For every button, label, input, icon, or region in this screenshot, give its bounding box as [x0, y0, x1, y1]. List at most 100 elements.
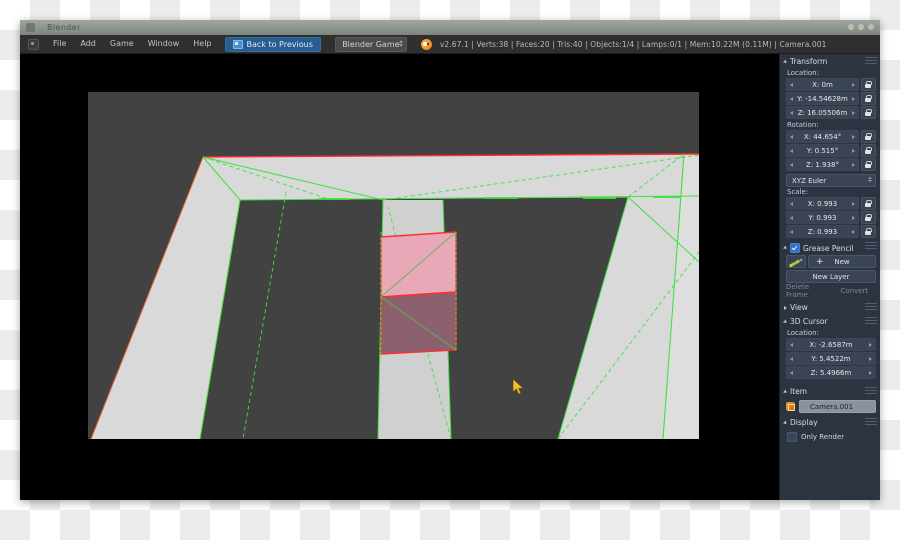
panel-grease-pencil-header[interactable]: Grease Pencil [780, 239, 880, 255]
location-x-row[interactable]: X: 0m [780, 78, 880, 92]
item-name-field[interactable]: Camera.001 [799, 400, 876, 413]
scale-z-field[interactable]: Z: 0.993 [786, 225, 859, 238]
rotation-z-row[interactable]: Z: 1.938° [780, 158, 880, 172]
lock-icon-rotation-y[interactable] [861, 144, 876, 157]
location-y-row[interactable]: Y: -14.54628m [780, 92, 880, 106]
arrow-right-icon[interactable] [852, 229, 855, 234]
arrow-right-icon[interactable] [852, 215, 855, 220]
arrow-left-icon[interactable] [790, 215, 793, 220]
close-button[interactable] [868, 24, 874, 30]
rotation-y-row[interactable]: Y: 0.515° [780, 144, 880, 158]
new-layer-button[interactable]: New Layer [786, 270, 876, 283]
location-x-field[interactable]: X: 0m [786, 78, 859, 91]
arrow-left-icon[interactable] [790, 82, 793, 87]
menu-game[interactable]: Game [103, 35, 141, 53]
grip-icon [864, 242, 878, 251]
cursor-z-row[interactable]: Z: 5.4966m [780, 366, 880, 380]
arrow-left-icon[interactable] [790, 342, 793, 347]
arrow-left-icon[interactable] [790, 162, 793, 167]
cursor-location-label: Location: [787, 329, 819, 337]
window-controls[interactable] [848, 24, 874, 30]
only-render-label: Only Render [801, 433, 845, 441]
back-to-previous-button[interactable]: Back to Previous [224, 36, 321, 52]
arrow-right-icon[interactable] [852, 148, 855, 153]
arrow-left-icon[interactable] [790, 148, 793, 153]
scale-z-row[interactable]: Z: 0.993 [780, 225, 880, 239]
lock-icon-location-x[interactable] [861, 78, 876, 91]
cursor-y-row[interactable]: Y: 5.4522m [780, 352, 880, 366]
scale-x-field[interactable]: X: 0.993 [786, 197, 859, 210]
arrow-right-icon[interactable] [852, 201, 855, 206]
menu-window[interactable]: Window [141, 35, 187, 53]
only-render-row[interactable]: Only Render [780, 429, 880, 444]
lock-icon-rotation-x[interactable] [861, 130, 876, 143]
arrow-left-icon[interactable] [790, 96, 793, 101]
scale-y-field[interactable]: Y: 0.993 [786, 211, 859, 224]
panel-3d-cursor-header[interactable]: 3D Cursor [780, 314, 880, 328]
cursor-y-field[interactable]: Y: 5.4522m [786, 352, 876, 365]
item-name-row[interactable]: Camera.001 [780, 398, 880, 415]
location-y-field[interactable]: Y: -14.54628m [786, 92, 859, 105]
rotation-z-field[interactable]: Z: 1.938° [786, 158, 859, 171]
cursor-z-value: Z: 5.4966m [810, 368, 852, 377]
scale-y-row[interactable]: Y: 0.993 [780, 211, 880, 225]
panel-view-header[interactable]: View [780, 300, 880, 314]
cursor-x-row[interactable]: X: -2.6587m [780, 338, 880, 352]
menu-help[interactable]: Help [186, 35, 218, 53]
pencil-icon[interactable] [786, 255, 806, 268]
arrow-right-icon[interactable] [852, 96, 855, 101]
properties-sidebar[interactable]: Transform Location: X: 0m Y: -14.54628m [779, 54, 880, 500]
render-engine-select[interactable]: Blender Game [334, 36, 407, 52]
arrow-right-icon[interactable] [869, 342, 872, 347]
arrow-right-icon[interactable] [869, 370, 872, 375]
location-x-value: X: 0m [812, 80, 833, 89]
arrow-left-icon[interactable] [790, 201, 793, 206]
location-z-row[interactable]: Z: 16.05506m [780, 106, 880, 120]
rotation-mode-select[interactable]: XYZ Euler [786, 174, 876, 187]
delete-frame-button[interactable]: Delete Frame [786, 283, 830, 299]
lock-icon-scale-x[interactable] [861, 197, 876, 210]
convert-button[interactable]: Convert [833, 285, 877, 296]
lock-icon-location-z[interactable] [861, 106, 876, 119]
arrow-left-icon[interactable] [790, 134, 793, 139]
rotation-y-field[interactable]: Y: 0.515° [786, 144, 859, 157]
cursor-z-field[interactable]: Z: 5.4966m [786, 366, 876, 379]
panel-item-title: Item [790, 387, 808, 396]
cursor-x-field[interactable]: X: -2.6587m [786, 338, 876, 351]
lock-icon-location-y[interactable] [861, 92, 876, 105]
arrow-left-icon[interactable] [790, 356, 793, 361]
editor-type-icon[interactable] [28, 38, 39, 50]
menu-file[interactable]: File [46, 35, 73, 53]
arrow-right-icon[interactable] [869, 356, 872, 361]
grip-icon [864, 317, 878, 326]
arrow-right-icon[interactable] [852, 134, 855, 139]
camera-view-frame[interactable] [88, 92, 699, 439]
rotation-x-field[interactable]: X: 44.654° [786, 130, 859, 143]
maximize-button[interactable] [858, 24, 864, 30]
scale-x-row[interactable]: X: 0.993 [780, 197, 880, 211]
lock-icon-scale-y[interactable] [861, 211, 876, 224]
lock-icon-rotation-z[interactable] [861, 158, 876, 171]
grease-pencil-checkbox[interactable] [790, 243, 800, 253]
lock-icon-scale-z[interactable] [861, 225, 876, 238]
arrow-left-icon[interactable] [790, 370, 793, 375]
rotation-x-row[interactable]: X: 44.654° [780, 130, 880, 144]
location-z-field[interactable]: Z: 16.05506m [786, 106, 859, 119]
grease-pencil-new-row[interactable]: + New [780, 255, 880, 268]
arrow-right-icon[interactable] [852, 82, 855, 87]
panel-item-header[interactable]: Item [780, 384, 880, 398]
arrow-right-icon[interactable] [852, 110, 855, 115]
minimize-button[interactable] [848, 24, 854, 30]
menu-add[interactable]: Add [73, 35, 103, 53]
arrow-left-icon[interactable] [790, 110, 793, 115]
only-render-checkbox[interactable] [787, 432, 797, 442]
panel-display-header[interactable]: Display [780, 415, 880, 429]
grease-pencil-new-label: New [834, 257, 850, 266]
rotation-label: Rotation: [787, 121, 819, 129]
3d-viewport[interactable] [20, 54, 779, 500]
grease-pencil-new-button[interactable]: + New [808, 255, 876, 268]
panel-transform-title: Transform [790, 57, 828, 66]
arrow-left-icon[interactable] [790, 229, 793, 234]
arrow-right-icon[interactable] [852, 162, 855, 167]
panel-transform-header[interactable]: Transform [780, 54, 880, 68]
